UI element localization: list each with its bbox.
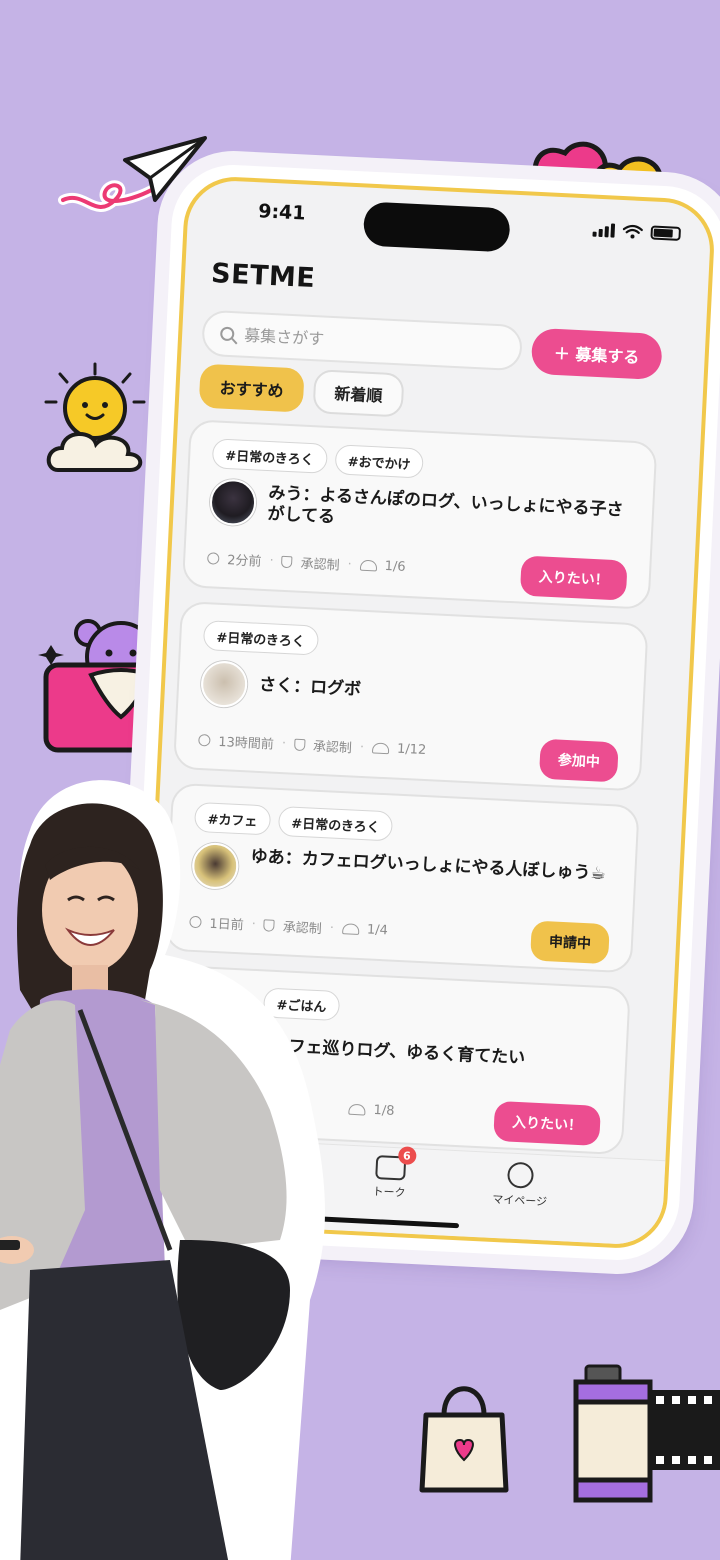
post-meta: 1/8 (348, 1102, 395, 1119)
status-bar: 9:41 (187, 179, 712, 264)
search-bar[interactable] (201, 309, 524, 372)
tote-bag-sticker (419, 1386, 509, 1493)
status-icons (592, 223, 682, 241)
tag-chip[interactable]: #おでかけ (334, 444, 425, 479)
wifi-icon (622, 224, 643, 239)
people-icon (348, 1103, 366, 1116)
post-title: みう：よるさんぽのログ、いっしょにやる子さがしてる (267, 483, 624, 528)
dynamic-island (362, 201, 511, 253)
person-photo (0, 780, 325, 1560)
member-count: 1/8 (373, 1102, 395, 1119)
post-meta: 2分前 · 承認制 · 1/6 (207, 548, 406, 577)
join-request-button[interactable]: 入りたい！ (519, 555, 628, 601)
create-recruitment-button[interactable]: ＋ 募集する (530, 327, 663, 381)
signal-icon (592, 223, 616, 238)
tag-list: #日常のきろく #おでかけ (211, 438, 425, 479)
tab-recommended[interactable]: おすすめ (198, 363, 305, 413)
tab-newest[interactable]: 新着順 (312, 369, 405, 418)
avatar[interactable] (208, 478, 258, 527)
member-count: 1/6 (384, 558, 406, 575)
approval-type: 承認制 (312, 739, 353, 757)
film-roll-sticker (573, 1364, 720, 1503)
post-time: 2分前 (226, 553, 262, 570)
app-logo: SETME (210, 258, 316, 295)
shield-check-icon (281, 555, 293, 568)
people-icon (371, 742, 390, 755)
status-time: 9:41 (257, 200, 307, 225)
post-time: 13時間前 (217, 734, 275, 753)
search-input[interactable] (243, 325, 485, 356)
member-count: 1/4 (366, 922, 389, 939)
clock-icon (198, 733, 211, 747)
tab-talk[interactable]: 6 トーク (372, 1146, 417, 1201)
shield-check-icon (293, 738, 306, 751)
post-meta: 13時間前 · 承認制 · 1/12 (198, 730, 427, 760)
joined-button[interactable]: 参加中 (538, 738, 619, 783)
chat-bubble-icon: 6 (374, 1146, 417, 1181)
recruitment-card[interactable]: #日常のきろく #おでかけ みう：よるさんぽのログ、いっしょにやる子さがしてる … (181, 419, 658, 610)
tab-mypage[interactable]: マイページ (492, 1161, 549, 1210)
sun-cloud-sticker (44, 362, 146, 472)
avatar[interactable] (200, 660, 249, 709)
pending-request-button[interactable]: 申請中 (530, 920, 610, 965)
tag-chip[interactable]: #日常のきろく (202, 620, 319, 656)
tag-chip[interactable]: #日常のきろく (211, 438, 328, 474)
join-request-button[interactable]: 入りたい！ (493, 1100, 601, 1146)
search-icon (219, 326, 235, 342)
tag-list: #日常のきろく (202, 620, 319, 656)
people-icon (359, 559, 377, 572)
profile-icon (507, 1161, 535, 1189)
battery-icon (650, 225, 682, 241)
approval-type: 承認制 (300, 556, 340, 574)
tab-talk-label: トーク (372, 1184, 406, 1200)
tab-mypage-label: マイページ (491, 1192, 548, 1209)
member-count: 1/12 (396, 741, 427, 759)
recruitment-card[interactable]: #日常のきろく さく：ログボ 13時間前 · 承認制 · 1/12 参加中 (172, 600, 649, 792)
clock-icon (207, 551, 220, 565)
post-title: さく：ログボ (258, 674, 362, 700)
unread-badge: 6 (397, 1146, 417, 1166)
